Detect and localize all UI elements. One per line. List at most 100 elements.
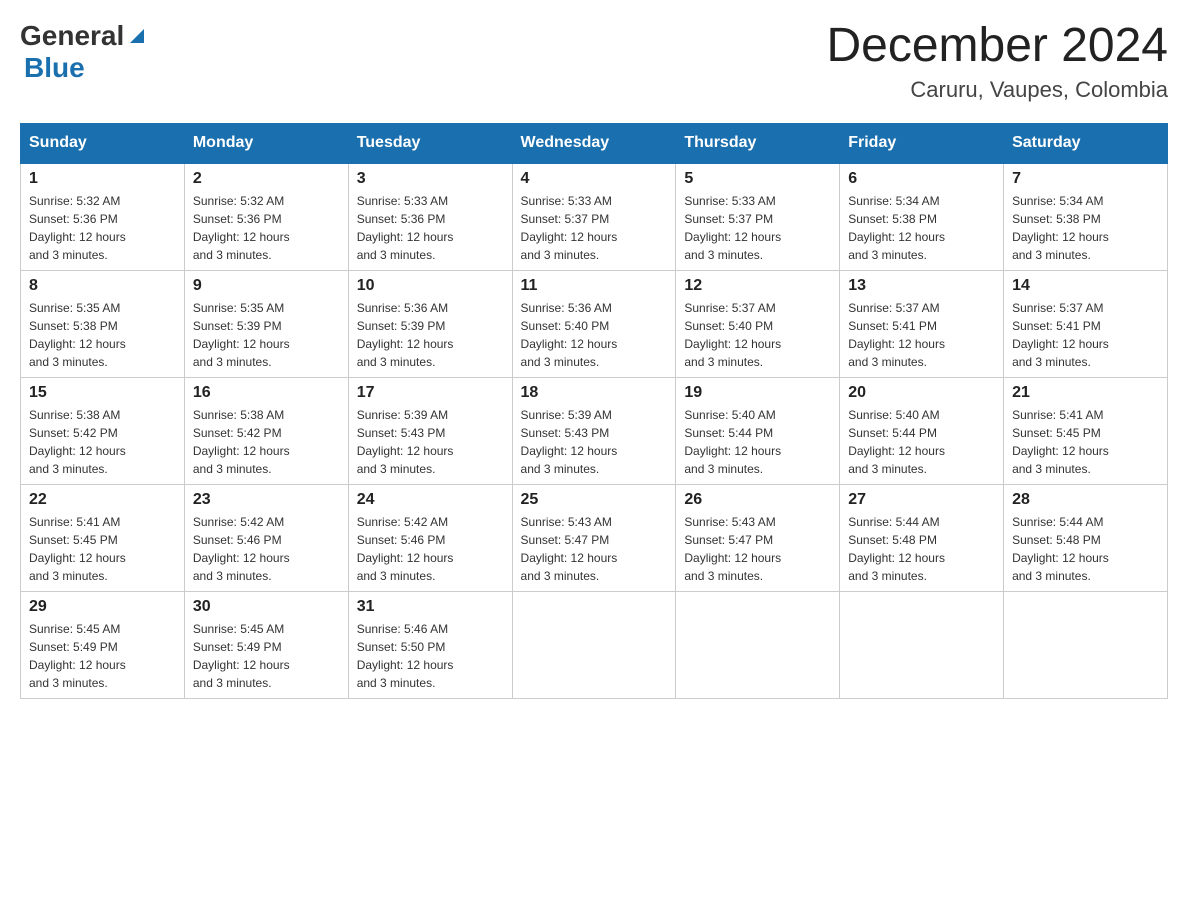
day-number: 14 (1012, 277, 1159, 295)
day-number: 30 (193, 598, 340, 616)
calendar-week-row: 22 Sunrise: 5:41 AMSunset: 5:45 PMDayligh… (21, 484, 1168, 591)
day-info: Sunrise: 5:44 AMSunset: 5:48 PMDaylight:… (848, 513, 995, 585)
day-info: Sunrise: 5:37 AMSunset: 5:41 PMDaylight:… (1012, 299, 1159, 371)
day-info: Sunrise: 5:35 AMSunset: 5:38 PMDaylight:… (29, 299, 176, 371)
calendar-cell: 7Sunrise: 5:34 AMSunset: 5:38 PMDaylight… (1004, 163, 1168, 271)
calendar-cell: 9Sunrise: 5:35 AMSunset: 5:39 PMDaylight… (184, 270, 348, 377)
day-info: Sunrise: 5:34 AMSunset: 5:38 PMDaylight:… (1012, 192, 1159, 264)
calendar-cell: 24 Sunrise: 5:42 AMSunset: 5:46 PMDayligh… (348, 484, 512, 591)
day-info: Sunrise: 5:36 AMSunset: 5:40 PMDaylight:… (521, 299, 668, 371)
day-number: 16 (193, 384, 340, 402)
calendar-cell (512, 591, 676, 698)
calendar-cell: 14 Sunrise: 5:37 AMSunset: 5:41 PMDayligh… (1004, 270, 1168, 377)
day-number: 4 (521, 170, 668, 188)
day-info: Sunrise: 5:42 AMSunset: 5:46 PMDaylight:… (193, 513, 340, 585)
calendar-table: SundayMondayTuesdayWednesdayThursdayFrid… (20, 123, 1168, 699)
day-info: Sunrise: 5:41 AMSunset: 5:45 PMDaylight:… (29, 513, 176, 585)
page-header: General Blue December 2024 Caruru, Vaupe… (20, 20, 1168, 103)
day-info: Sunrise: 5:39 AMSunset: 5:43 PMDaylight:… (521, 406, 668, 478)
calendar-week-row: 15Sunrise: 5:38 AMSunset: 5:42 PMDayligh… (21, 377, 1168, 484)
calendar-cell (840, 591, 1004, 698)
day-number: 19 (684, 384, 831, 402)
calendar-cell: 21 Sunrise: 5:41 AMSunset: 5:45 PMDayligh… (1004, 377, 1168, 484)
subtitle: Caruru, Vaupes, Colombia (826, 77, 1168, 103)
calendar-cell: 26Sunrise: 5:43 AMSunset: 5:47 PMDayligh… (676, 484, 840, 591)
weekday-header-saturday: Saturday (1004, 123, 1168, 163)
day-number: 22 (29, 491, 176, 509)
calendar-cell: 22 Sunrise: 5:41 AMSunset: 5:45 PMDayligh… (21, 484, 185, 591)
weekday-header-wednesday: Wednesday (512, 123, 676, 163)
day-number: 28 (1012, 491, 1159, 509)
calendar-cell: 27Sunrise: 5:44 AMSunset: 5:48 PMDayligh… (840, 484, 1004, 591)
day-info: Sunrise: 5:46 AMSunset: 5:50 PMDaylight:… (357, 620, 504, 692)
day-number: 10 (357, 277, 504, 295)
day-number: 5 (684, 170, 831, 188)
day-number: 24 (357, 491, 504, 509)
day-number: 11 (521, 277, 668, 295)
logo-blue: Blue (24, 52, 85, 83)
day-info: Sunrise: 5:33 AMSunset: 5:36 PMDaylight:… (357, 192, 504, 264)
day-info: Sunrise: 5:45 AMSunset: 5:49 PMDaylight:… (193, 620, 340, 692)
day-info: Sunrise: 5:42 AMSunset: 5:46 PMDaylight:… (357, 513, 504, 585)
calendar-week-row: 1Sunrise: 5:32 AMSunset: 5:36 PMDaylight… (21, 163, 1168, 271)
calendar-cell: 3Sunrise: 5:33 AMSunset: 5:36 PMDaylight… (348, 163, 512, 271)
logo: General Blue (20, 20, 148, 84)
weekday-header-thursday: Thursday (676, 123, 840, 163)
calendar-cell: 25 Sunrise: 5:43 AMSunset: 5:47 PMDayligh… (512, 484, 676, 591)
day-number: 2 (193, 170, 340, 188)
calendar-cell (1004, 591, 1168, 698)
day-info: Sunrise: 5:40 AMSunset: 5:44 PMDaylight:… (684, 406, 831, 478)
day-info: Sunrise: 5:44 AMSunset: 5:48 PMDaylight:… (1012, 513, 1159, 585)
day-info: Sunrise: 5:32 AMSunset: 5:36 PMDaylight:… (29, 192, 176, 264)
day-info: Sunrise: 5:43 AMSunset: 5:47 PMDaylight:… (521, 513, 668, 585)
day-number: 23 (193, 491, 340, 509)
calendar-cell: 31 Sunrise: 5:46 AMSunset: 5:50 PMDayligh… (348, 591, 512, 698)
calendar-cell (676, 591, 840, 698)
day-number: 26 (684, 491, 831, 509)
weekday-header-tuesday: Tuesday (348, 123, 512, 163)
day-number: 21 (1012, 384, 1159, 402)
weekday-header-friday: Friday (840, 123, 1004, 163)
day-number: 29 (29, 598, 176, 616)
calendar-cell: 23 Sunrise: 5:42 AMSunset: 5:46 PMDayligh… (184, 484, 348, 591)
calendar-week-row: 8 Sunrise: 5:35 AMSunset: 5:38 PMDaylight… (21, 270, 1168, 377)
weekday-header-row: SundayMondayTuesdayWednesdayThursdayFrid… (21, 123, 1168, 163)
logo-general: General (20, 20, 124, 52)
calendar-cell: 4Sunrise: 5:33 AMSunset: 5:37 PMDaylight… (512, 163, 676, 271)
day-number: 20 (848, 384, 995, 402)
calendar-cell: 6Sunrise: 5:34 AMSunset: 5:38 PMDaylight… (840, 163, 1004, 271)
day-number: 25 (521, 491, 668, 509)
logo-triangle-icon (126, 25, 148, 47)
weekday-header-monday: Monday (184, 123, 348, 163)
calendar-cell: 13 Sunrise: 5:37 AMSunset: 5:41 PMDayligh… (840, 270, 1004, 377)
calendar-cell: 5 Sunrise: 5:33 AMSunset: 5:37 PMDaylight… (676, 163, 840, 271)
day-info: Sunrise: 5:39 AMSunset: 5:43 PMDaylight:… (357, 406, 504, 478)
day-number: 8 (29, 277, 176, 295)
day-info: Sunrise: 5:36 AMSunset: 5:39 PMDaylight:… (357, 299, 504, 371)
calendar-cell: 11 Sunrise: 5:36 AMSunset: 5:40 PMDayligh… (512, 270, 676, 377)
calendar-cell: 1Sunrise: 5:32 AMSunset: 5:36 PMDaylight… (21, 163, 185, 271)
day-info: Sunrise: 5:45 AMSunset: 5:49 PMDaylight:… (29, 620, 176, 692)
day-number: 13 (848, 277, 995, 295)
day-number: 17 (357, 384, 504, 402)
calendar-cell: 18Sunrise: 5:39 AMSunset: 5:43 PMDayligh… (512, 377, 676, 484)
calendar-cell: 30 Sunrise: 5:45 AMSunset: 5:49 PMDayligh… (184, 591, 348, 698)
calendar-cell: 16Sunrise: 5:38 AMSunset: 5:42 PMDayligh… (184, 377, 348, 484)
day-number: 31 (357, 598, 504, 616)
day-number: 12 (684, 277, 831, 295)
day-info: Sunrise: 5:37 AMSunset: 5:41 PMDaylight:… (848, 299, 995, 371)
day-info: Sunrise: 5:34 AMSunset: 5:38 PMDaylight:… (848, 192, 995, 264)
calendar-cell: 8 Sunrise: 5:35 AMSunset: 5:38 PMDaylight… (21, 270, 185, 377)
title-area: December 2024 Caruru, Vaupes, Colombia (826, 20, 1168, 103)
calendar-cell: 20Sunrise: 5:40 AMSunset: 5:44 PMDayligh… (840, 377, 1004, 484)
calendar-cell: 29 Sunrise: 5:45 AMSunset: 5:49 PMDayligh… (21, 591, 185, 698)
weekday-header-sunday: Sunday (21, 123, 185, 163)
day-info: Sunrise: 5:32 AMSunset: 5:36 PMDaylight:… (193, 192, 340, 264)
day-info: Sunrise: 5:33 AMSunset: 5:37 PMDaylight:… (684, 192, 831, 264)
calendar-cell: 10 Sunrise: 5:36 AMSunset: 5:39 PMDayligh… (348, 270, 512, 377)
day-info: Sunrise: 5:35 AMSunset: 5:39 PMDaylight:… (193, 299, 340, 371)
day-info: Sunrise: 5:41 AMSunset: 5:45 PMDaylight:… (1012, 406, 1159, 478)
calendar-cell: 12Sunrise: 5:37 AMSunset: 5:40 PMDayligh… (676, 270, 840, 377)
calendar-cell: 17 Sunrise: 5:39 AMSunset: 5:43 PMDayligh… (348, 377, 512, 484)
calendar-week-row: 29 Sunrise: 5:45 AMSunset: 5:49 PMDayligh… (21, 591, 1168, 698)
